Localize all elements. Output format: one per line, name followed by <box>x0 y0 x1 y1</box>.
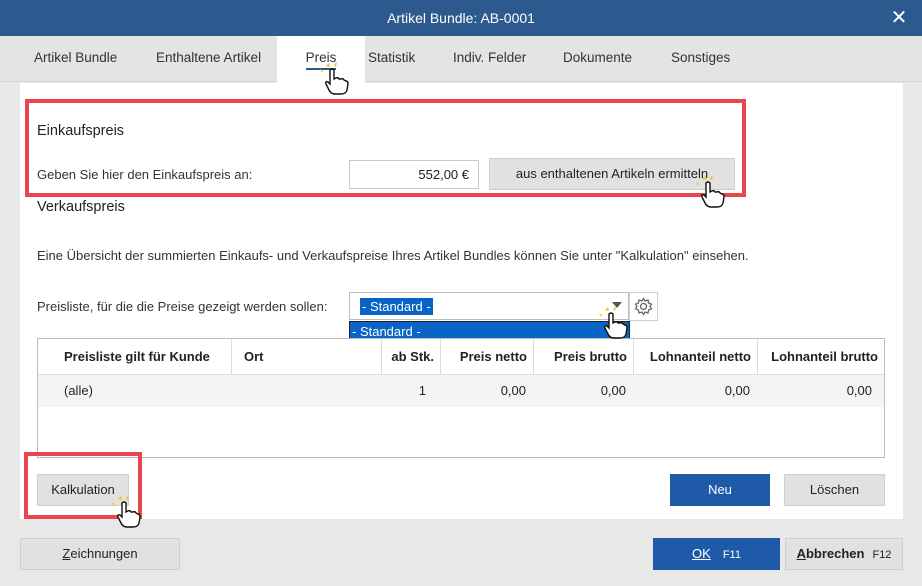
title-bar: Artikel Bundle: AB-0001 ✕ <box>0 0 922 36</box>
zeichnungen-button[interactable]: Zeichnungen <box>20 538 180 570</box>
cell-ort <box>232 375 382 407</box>
hand-cursor-icon <box>599 306 628 339</box>
tab-enthaltene-artikel[interactable]: Enthaltene Artikel <box>156 36 261 82</box>
column-lohnanteil-netto[interactable]: Lohnanteil netto <box>634 339 758 375</box>
tab-artikel-bundle[interactable]: Artikel Bundle <box>34 36 117 82</box>
highlight-einkaufspreis <box>25 99 746 197</box>
table-header: Preisliste gilt für Kunde Ort ab Stk. Pr… <box>38 339 884 375</box>
hand-cursor-icon <box>696 175 725 208</box>
tab-statistik[interactable]: Statistik <box>368 36 415 82</box>
column-preis-netto[interactable]: Preis netto <box>441 339 534 375</box>
ok-button[interactable]: OK F11 <box>653 538 780 570</box>
column-preis-brutto[interactable]: Preis brutto <box>534 339 634 375</box>
window-title: Artikel Bundle: AB-0001 <box>387 10 535 26</box>
cell-kunde: (alle) <box>64 383 93 398</box>
cell-lohnanteil-netto: 0,00 <box>724 383 750 398</box>
preisliste-select[interactable]: - Standard - <box>349 292 629 320</box>
cell-preis-netto: 0,00 <box>500 383 526 398</box>
gear-icon <box>634 297 653 316</box>
loeschen-button[interactable]: Löschen <box>784 474 885 506</box>
cell-ab-stk: 1 <box>418 383 426 398</box>
close-icon[interactable]: ✕ <box>888 7 910 29</box>
hand-cursor-icon <box>112 495 141 528</box>
preisliste-selected-value: - Standard - <box>360 298 433 315</box>
preisliste-label: Preisliste, für die die Preise gezeigt w… <box>37 299 328 314</box>
kalkulation-info-text: Eine Übersicht der summierten Einkaufs- … <box>37 248 749 263</box>
hand-cursor-icon <box>320 62 349 95</box>
neu-button[interactable]: Neu <box>670 474 770 506</box>
tab-bar: Artikel Bundle Enthaltene Artikel Preis … <box>0 36 922 83</box>
column-ab-stk[interactable]: ab Stk. <box>382 339 441 375</box>
table-row[interactable]: (alle) 1 0,00 0,00 0,00 0,00 <box>38 375 884 407</box>
column-ort[interactable]: Ort <box>232 339 382 375</box>
abbrechen-button[interactable]: Abbrechen F12 <box>785 538 903 570</box>
tab-dokumente[interactable]: Dokumente <box>563 36 632 82</box>
preisliste-settings-button[interactable] <box>629 292 658 321</box>
column-lohnanteil-brutto[interactable]: Lohnanteil brutto <box>758 339 884 375</box>
verkaufspreis-heading: Verkaufspreis <box>37 199 125 215</box>
preis-table: Preisliste gilt für Kunde Ort ab Stk. Pr… <box>37 338 885 458</box>
cell-preis-brutto: 0,00 <box>600 383 626 398</box>
cell-lohnanteil-brutto: 0,00 <box>846 383 872 398</box>
tab-sonstiges[interactable]: Sonstiges <box>671 36 730 82</box>
tab-indiv-felder[interactable]: Indiv. Felder <box>453 36 526 82</box>
column-kunde[interactable]: Preisliste gilt für Kunde <box>38 339 232 375</box>
